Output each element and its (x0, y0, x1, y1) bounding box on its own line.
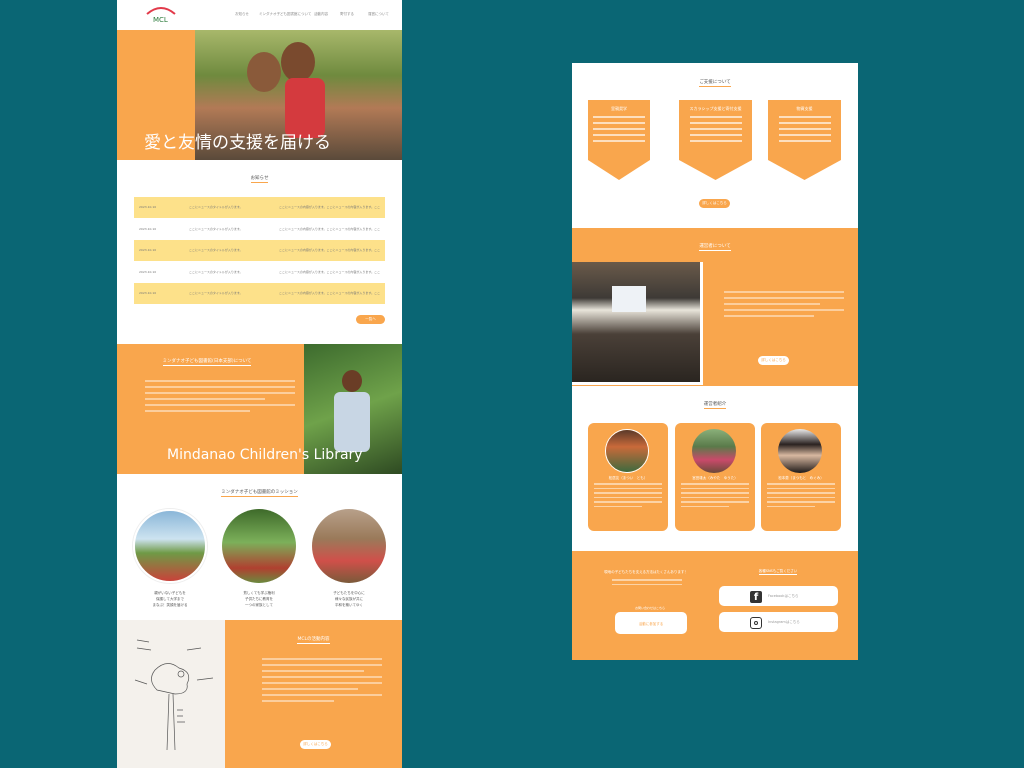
hero-section: 愛と友情の支援を届ける (117, 30, 402, 160)
activity-section: MCLの活動内容 詳しくはこちら (117, 620, 402, 768)
about-section: ミンダナオ子ども図書館(日本支部)について Mindanao Children'… (117, 344, 402, 474)
member-bio-3 (767, 483, 835, 510)
member-avatar-3 (778, 429, 822, 473)
mission-photo-1 (133, 509, 207, 583)
left-page-preview: MCL お知らせ ミンダナオ子ども図書館について 活動内容 寄付する 運営につい… (117, 0, 402, 768)
operators-section: 運営者について 詳しくはこちら (572, 228, 858, 386)
operators-text (724, 291, 844, 321)
members-title: 運営者紹介 (703, 402, 727, 409)
member-avatar-2 (692, 429, 736, 473)
nav-item-activity[interactable]: 活動内容 (314, 12, 328, 17)
svg-text:MCL: MCL (153, 16, 168, 24)
support-card-1[interactable]: 里親奨学 (588, 100, 650, 180)
site-header: MCL お知らせ ミンダナオ子ども図書館について 活動内容 寄付する 運営につい… (117, 0, 402, 30)
operators-more-button[interactable]: 詳しくはこちら (758, 356, 789, 365)
mission-title: ミンダナオ子ども図書館のミッション (221, 490, 298, 497)
mission-caption-1: 親がいない子どもを 保護して大学まで まなぶ！笑顔を届ける (152, 591, 188, 607)
news-more-button[interactable]: 一覧へ (356, 315, 385, 324)
member-card-2[interactable]: 宮田雄太（みやた ゆうた） (675, 423, 755, 531)
nav-item-about[interactable]: ミンダナオ子ども図書館について (259, 12, 311, 17)
member-bio-2 (681, 483, 749, 510)
member-avatar-1 (605, 429, 649, 473)
footer-text (612, 579, 682, 588)
nav-item-donate[interactable]: 寄付する (340, 12, 354, 17)
contact-label: お問い合わせはこちら (634, 606, 665, 610)
about-title: ミンダナオ子ども図書館(日本支部)について (162, 359, 252, 366)
facebook-icon: f (750, 591, 762, 603)
support-title: ご支援について (699, 80, 731, 87)
news-row[interactable]: 2023.10.10 ここにニュースのタイトルが入ります。 ここにニュースの内容が入… (134, 197, 385, 218)
footer-section: 現地の子どもたちを支える方法はたくさんあります！ お問い合わせはこちら 活動に参… (572, 551, 858, 660)
support-card-3[interactable]: 物資支援 (768, 100, 841, 180)
activity-title: MCLの活動内容 (297, 637, 330, 644)
member-card-3[interactable]: 松本恵（まつもと めぐみ） (761, 423, 841, 531)
instagram-icon (750, 617, 762, 629)
member-bio-1 (594, 483, 662, 510)
news-row[interactable]: 2023.10.10 ここにニュースのタイトルが入ります。 ここにニュースの内容が入… (134, 218, 385, 240)
facebook-button[interactable]: f Facebookはこちら (719, 586, 838, 606)
footer-lead: 現地の子どもたちを支える方法はたくさんあります！ (604, 570, 688, 574)
support-card-2[interactable]: スカラシップ支援と寄付支援 (679, 100, 752, 180)
news-title: お知らせ (250, 176, 269, 183)
news-list: 2023.10.10 ここにニュースのタイトルが入ります。 ここにニュースの内容が入… (134, 197, 385, 304)
hero-title: 愛と友情の支援を届ける (144, 133, 331, 153)
activity-text (262, 658, 382, 706)
nav-item-operation[interactable]: 運営について (368, 12, 389, 17)
instagram-button[interactable]: Instagramはこちら (719, 612, 838, 632)
mission-caption-2: 貧しくても学ぶ権利 子供たちに教育を 一つの家族として (243, 591, 275, 607)
news-row[interactable]: 2023.10.10 ここにニュースのタイトルが入ります。 ここにニュースの内容が入… (134, 283, 385, 304)
activity-more-button[interactable]: 詳しくはこちら (300, 740, 331, 749)
news-row[interactable]: 2023.10.10 ここにニュースのタイトルが入ります。 ここにニュースの内容が入… (134, 261, 385, 283)
support-more-button[interactable]: 詳しくはこちら (699, 199, 730, 208)
sns-title: 各種SNSもご覧ください (758, 569, 798, 575)
about-text (145, 380, 295, 416)
mission-photo-2 (222, 509, 296, 583)
join-activity-button[interactable]: 活動に参加する (615, 612, 687, 634)
operators-photo-frame (572, 262, 703, 385)
nav-item-news[interactable]: お知らせ (235, 12, 249, 17)
site-logo[interactable]: MCL (143, 4, 179, 26)
news-row[interactable]: 2023.10.10 ここにニュースのタイトルが入ります。 ここにニュースの内容が入… (134, 240, 385, 261)
member-card-1[interactable]: 松居友（まつい とも） (588, 423, 668, 531)
right-page-preview: ご支援について 里親奨学 スカラシップ支援と寄付支援 物資支援 詳しくはこちら … (572, 63, 858, 660)
activity-drawing (117, 620, 225, 768)
mission-photo-3 (312, 509, 386, 583)
operators-title: 運営者について (699, 244, 731, 251)
mission-caption-3: 子どもたちを中心に 様々な民族が共に 平和を築いてゆく (333, 591, 365, 607)
about-big-text: Mindanao Children's Library (167, 447, 363, 463)
operators-photo (572, 262, 700, 382)
